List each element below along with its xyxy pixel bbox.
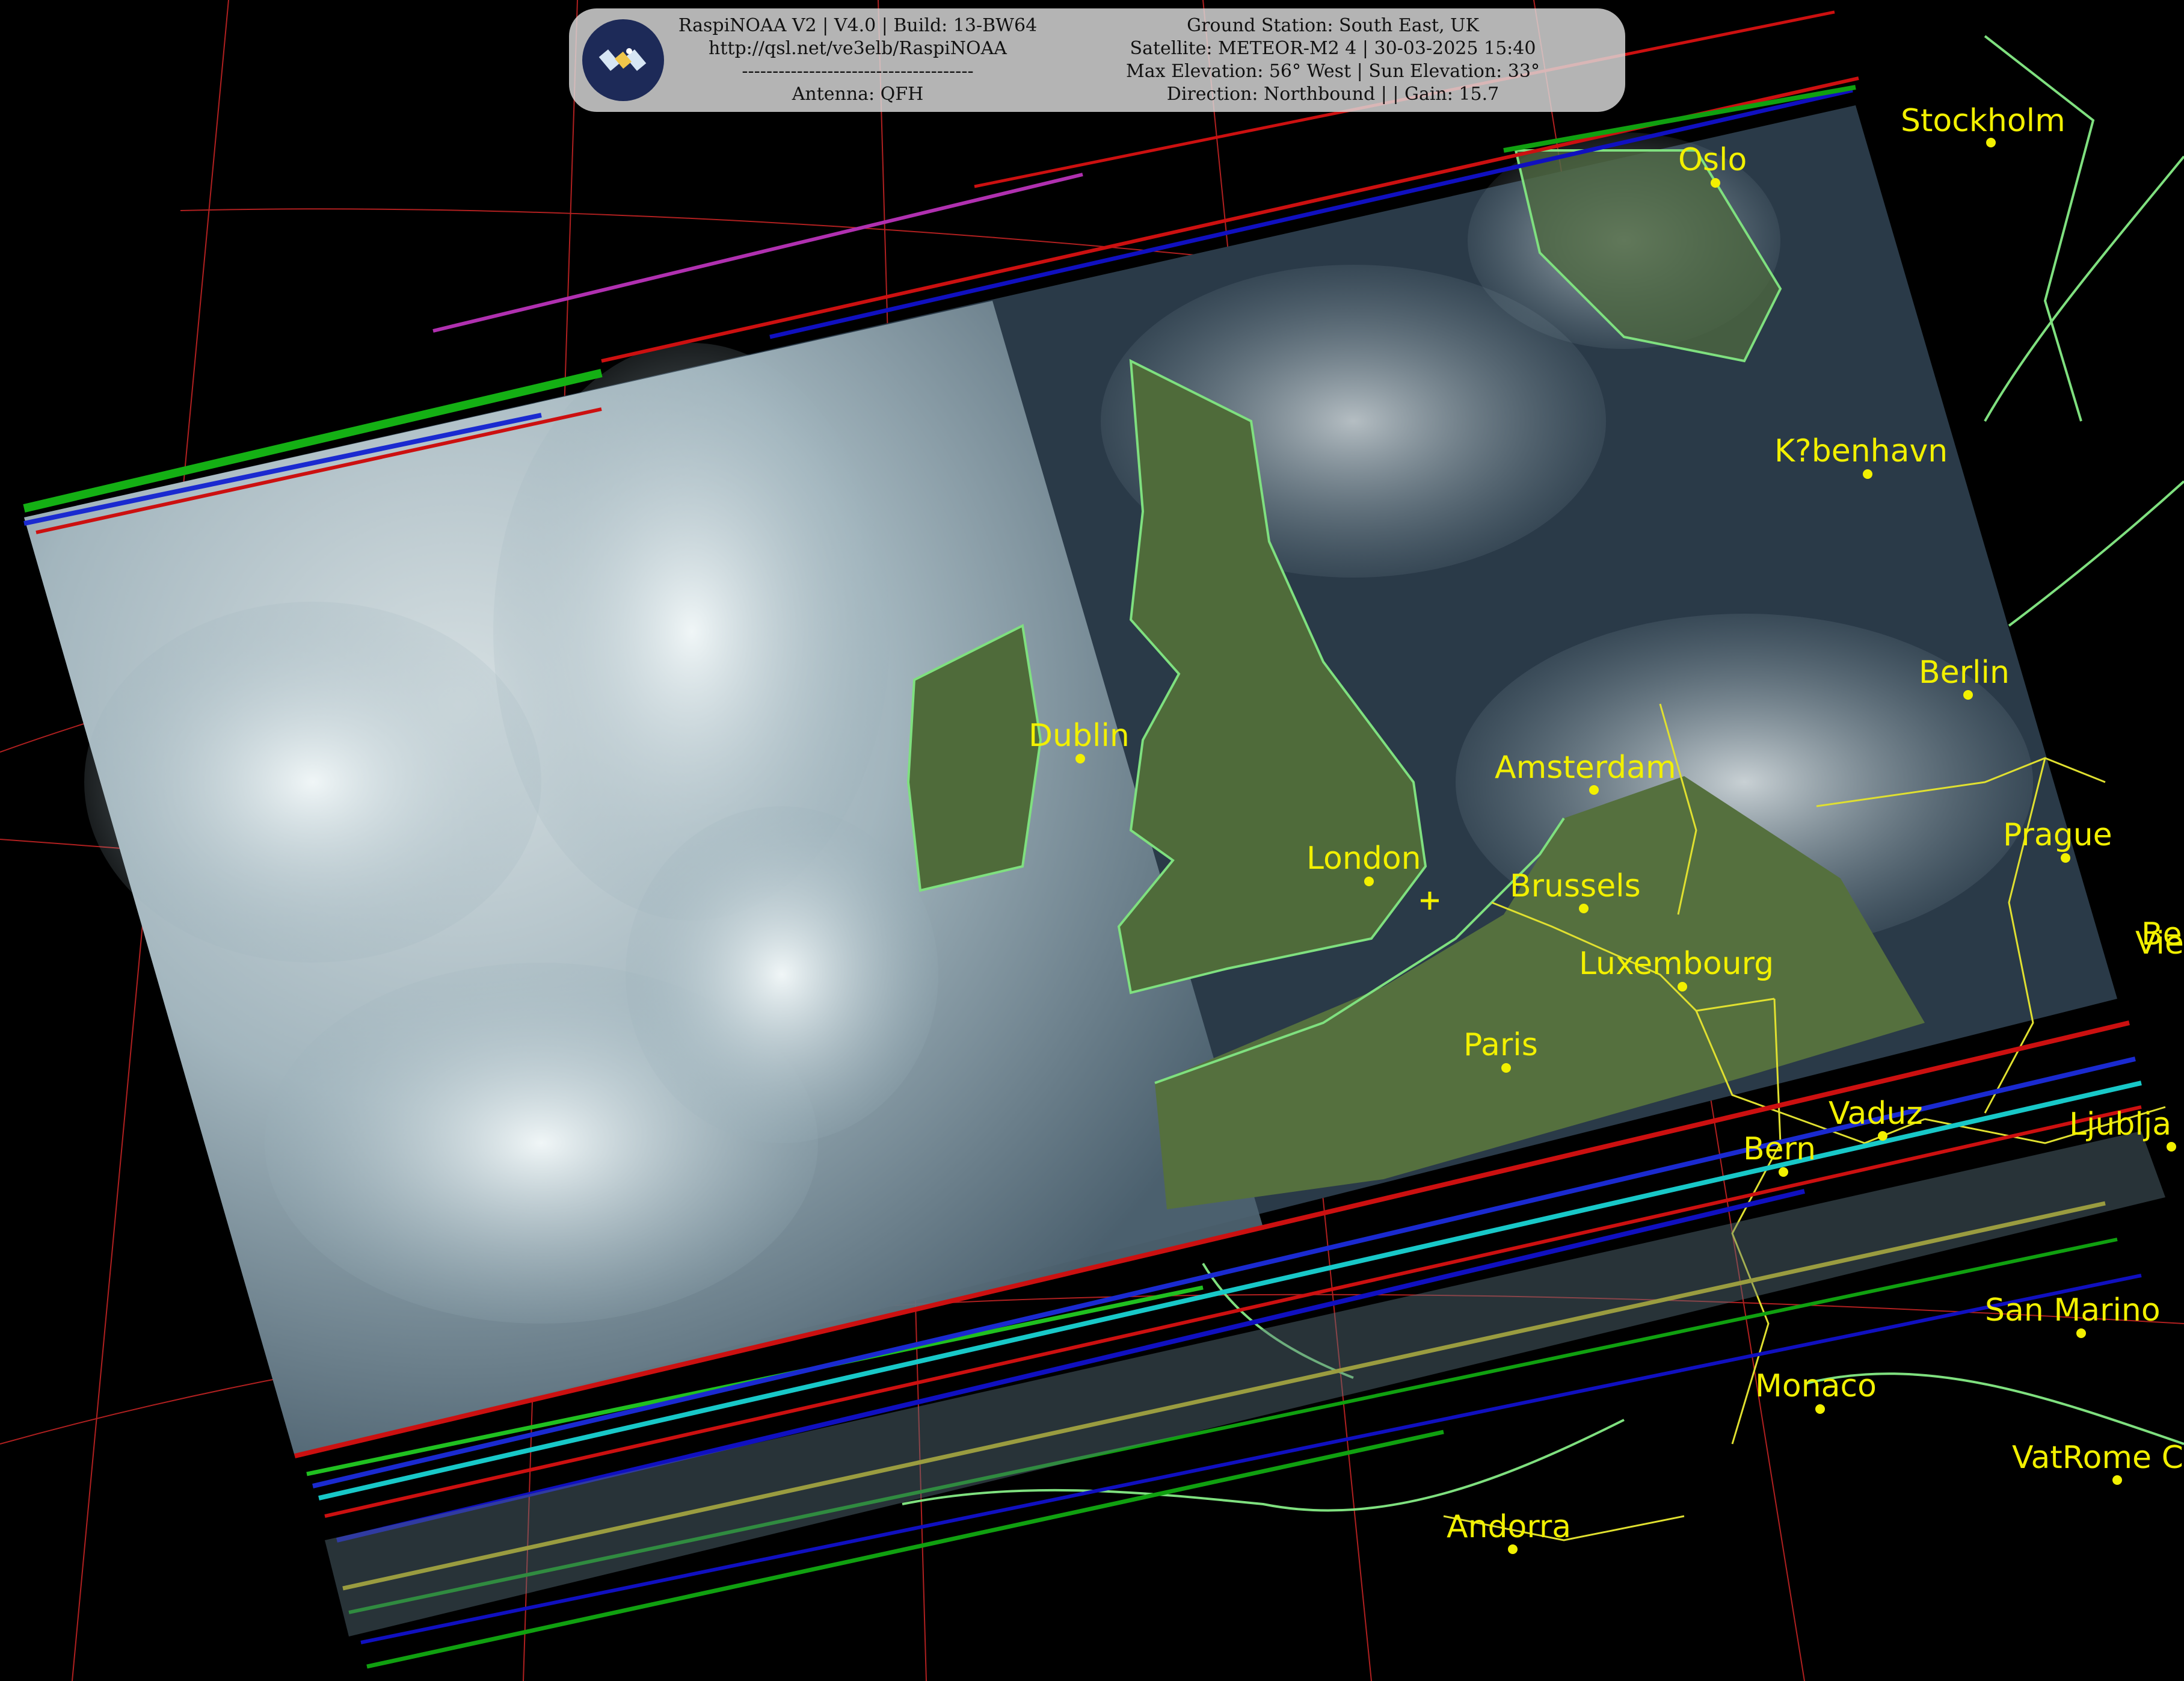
city-label: Vie [2135,925,2184,961]
header-line: Satellite: METEOR-M2 4 | 30-03-2025 15:4… [1130,38,1536,59]
header-line: RaspiNOAA V2 | V4.0 | Build: 13-BW64 [678,15,1038,36]
city-marker [1075,754,1085,763]
city-label: Monaco [1755,1368,1877,1404]
header-line: Max Elevation: 56° West | Sun Elevation:… [1126,61,1540,82]
city-marker [1815,1404,1825,1414]
city-label: Brussels [1510,868,1641,904]
city-label: San Marino [1985,1292,2161,1328]
city-label: VatRome Ci [2012,1440,2184,1476]
city-label: Stockholm [1901,103,2066,139]
header-line: Ground Station: South East, UK [1187,15,1479,36]
header-line: Antenna: QFH [792,84,924,105]
city-marker [1678,982,1687,992]
city-marker [2076,1328,2086,1338]
city-marker [1779,1167,1788,1177]
city-marker [1364,877,1374,886]
pass-info-banner: RaspiNOAA V2 | V4.0 | Build: 13-BW64 htt… [569,8,1625,112]
city-label: Prague [2003,817,2112,853]
satellite-icon [582,19,664,101]
city-label: Dublin [1029,718,1130,754]
city-label: Andorra [1447,1509,1571,1545]
header-divider: -------------------------------------- [742,61,974,82]
city-marker [2167,1142,2176,1152]
city-marker [1508,1544,1518,1554]
satellite-map: Stockholm Oslo K?benhavn Berlin Amsterda… [0,0,2184,1681]
city-marker [2061,853,2070,863]
city-label: Luxembourg [1579,946,1774,982]
city-marker [1711,178,1720,188]
city-label: Berlin [1919,655,2010,691]
city-label: K?benhavn [1774,433,1948,469]
city-marker [1963,690,1973,700]
city-marker [1878,1131,1887,1141]
city-marker [2112,1475,2122,1485]
city-marker [1589,785,1599,795]
city-label: London [1306,840,1421,877]
header-pass-info: Ground Station: South East, UK Satellite… [1050,14,1616,106]
city-label: Bern [1743,1131,1816,1167]
city-label: Oslo [1678,142,1747,178]
city-marker [1501,1063,1511,1073]
city-label: Ljublja [2069,1106,2171,1143]
header-link[interactable]: http://qsl.net/ve3elb/RaspiNOAA [671,37,1044,60]
city-marker [1863,469,1872,479]
header-line: Direction: Northbound | | Gain: 15.7 [1166,84,1500,105]
city-label: Vaduz [1829,1096,1923,1132]
header-software-info: RaspiNOAA V2 | V4.0 | Build: 13-BW64 htt… [671,14,1044,106]
city-label: Amsterdam [1495,750,1676,786]
city-marker [1986,138,1996,147]
city-marker [1579,904,1589,913]
city-label: Paris [1463,1027,1538,1063]
